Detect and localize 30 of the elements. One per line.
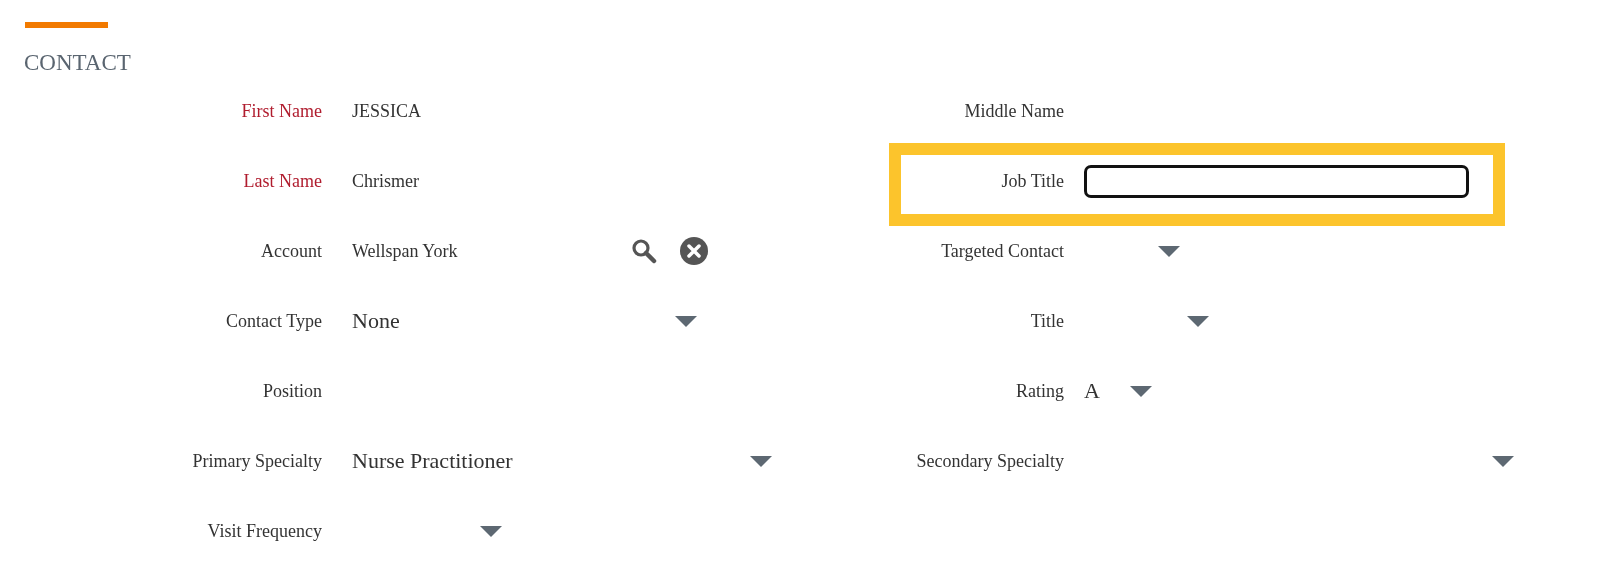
field-label: Middle Name bbox=[964, 100, 1064, 122]
caret-icon bbox=[1187, 315, 1209, 327]
caret-icon bbox=[1158, 245, 1180, 257]
field-label: Contact Type bbox=[226, 310, 322, 332]
caret-icon bbox=[675, 315, 697, 327]
field-label: Secondary Specialty bbox=[916, 450, 1064, 472]
field-label: Targeted Contact bbox=[941, 240, 1064, 262]
dropdown[interactable]: Nurse Practitioner bbox=[352, 444, 772, 478]
dropdown[interactable]: A bbox=[1084, 374, 1152, 408]
clear-icon[interactable] bbox=[679, 236, 709, 266]
field-value: Chrismer bbox=[352, 170, 419, 192]
field-label: Visit Frequency bbox=[207, 520, 322, 542]
field-label: Account bbox=[261, 240, 322, 262]
section-heading: CONTACT bbox=[24, 50, 131, 76]
caret-icon bbox=[1130, 385, 1152, 397]
field-label: First Name bbox=[241, 100, 322, 122]
caret-icon bbox=[1492, 455, 1514, 467]
field-label: Rating bbox=[1016, 380, 1064, 402]
field-value: Wellspan York bbox=[352, 240, 459, 262]
field-label: Position bbox=[262, 380, 322, 402]
caret-icon bbox=[750, 455, 772, 467]
field-value: JESSICA bbox=[352, 100, 422, 122]
caret-icon bbox=[480, 525, 502, 537]
field-label: Last Name bbox=[243, 170, 322, 192]
field-label: Title bbox=[1030, 310, 1064, 332]
input-field[interactable] bbox=[1084, 164, 1469, 198]
field-label: Primary Specialty bbox=[192, 450, 322, 472]
field-label: Job Title bbox=[1001, 170, 1064, 192]
search-icon[interactable] bbox=[631, 238, 657, 264]
dropdown[interactable]: None bbox=[352, 304, 697, 338]
